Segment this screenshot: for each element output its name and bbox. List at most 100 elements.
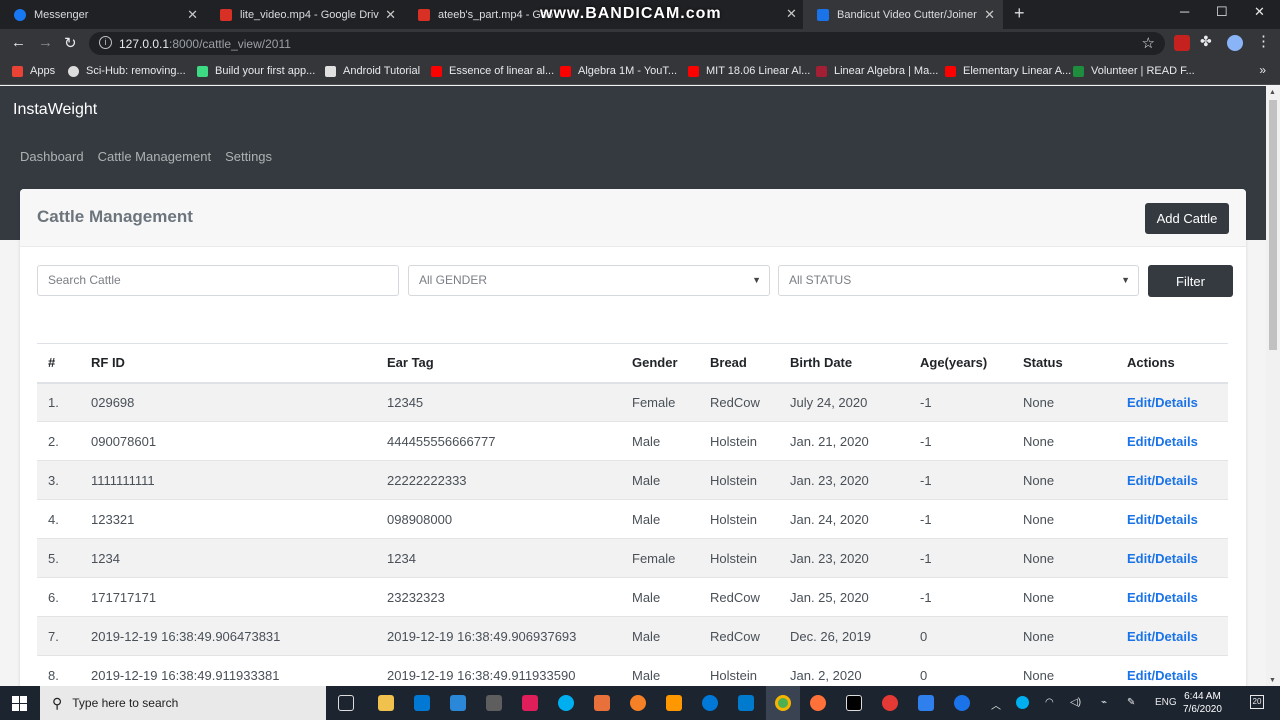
close-icon[interactable]: ✕ (786, 6, 797, 22)
taskbar-search[interactable]: ⚲ Type here to search (40, 686, 326, 720)
page-scrollbar[interactable]: ▲ ▼ (1266, 86, 1280, 686)
edit-details-link[interactable]: Edit/Details (1116, 382, 1228, 422)
new-tab-icon[interactable]: + (1014, 3, 1025, 24)
skype-icon[interactable] (558, 695, 574, 711)
wifi-icon[interactable]: ◠ (1045, 697, 1054, 708)
edit-details-link[interactable]: Edit/Details (1116, 616, 1228, 656)
table-row: 7. 2019-12-19 16:38:49.906473831 2019-12-1… (37, 616, 1228, 656)
edge-icon[interactable] (702, 695, 718, 711)
edit-details-link[interactable]: Edit/Details (1116, 460, 1228, 500)
file-explorer-icon[interactable] (378, 695, 394, 711)
bookmark-linear-algebra[interactable]: Linear Algebra | Ma... (816, 65, 938, 77)
profile-avatar-icon[interactable] (1227, 35, 1243, 51)
network-icon[interactable]: ⌁ (1101, 697, 1107, 708)
window-close-icon[interactable]: ✕ (1254, 4, 1265, 20)
cell-birth-date: Jan. 23, 2020 (779, 460, 909, 500)
tutorial-icon (325, 65, 336, 77)
bookmark-mit-1806[interactable]: MIT 18.06 Linear Al... (688, 65, 810, 77)
filter-button[interactable]: Filter (1148, 265, 1233, 297)
pdf-extension-icon[interactable] (1174, 35, 1190, 51)
search-icon: ⚲ (52, 694, 63, 711)
store-icon[interactable] (414, 695, 430, 711)
edit-details-link[interactable]: Edit/Details (1116, 655, 1228, 686)
url-text[interactable]: 127.0.0.1:8000/cattle_view/2011 (119, 37, 291, 51)
task-view-icon[interactable] (338, 695, 354, 711)
page-title: Cattle Management (37, 207, 193, 226)
reload-icon[interactable]: ↻ (64, 34, 77, 52)
cell-ear-tag: 444455556666777 (376, 421, 621, 461)
messenger-icon (14, 8, 26, 21)
bandicut-icon (817, 8, 829, 21)
menu-kebab-icon[interactable]: ⋮ (1256, 32, 1271, 50)
nav-settings[interactable]: Settings (225, 149, 272, 164)
firefox-icon[interactable] (810, 695, 826, 711)
cell-rf-id: 2019-12-19 16:38:49.906473831 (80, 616, 376, 656)
gender-select[interactable]: All GENDER ▼ (408, 265, 770, 296)
cell-rf-id: 029698 (80, 382, 376, 422)
status-select[interactable]: All STATUS ▼ (778, 265, 1139, 296)
bookmark-essence-linear[interactable]: Essence of linear al... (431, 65, 554, 77)
bookmarks-overflow-icon[interactable]: » (1259, 63, 1266, 77)
bookmark-build-app[interactable]: Build your first app... (197, 65, 315, 77)
xampp-icon[interactable] (594, 695, 610, 711)
bookmark-android-tutorial[interactable]: Android Tutorial (325, 65, 420, 77)
close-icon[interactable]: ✕ (385, 7, 396, 23)
scroll-up-icon[interactable]: ▲ (1269, 89, 1276, 96)
app-icon[interactable] (486, 695, 502, 711)
bookmark-algebra[interactable]: Algebra 1M - YouT... (560, 65, 677, 77)
edit-details-link[interactable]: Edit/Details (1116, 421, 1228, 461)
system-clock[interactable]: 6:44 AM 7/6/2020 (1183, 690, 1222, 716)
language-indicator[interactable]: ENG (1155, 697, 1177, 708)
nav-cattle-management[interactable]: Cattle Management (98, 149, 211, 164)
extensions-puzzle-icon[interactable]: ✤ (1200, 33, 1216, 49)
address-bar[interactable]: i 127.0.0.1:8000/cattle_view/2011 ☆ (89, 32, 1165, 55)
edit-details-link[interactable]: Edit/Details (1116, 577, 1228, 617)
photos-icon[interactable] (918, 695, 934, 711)
windows-start-icon[interactable] (12, 696, 27, 711)
edit-details-link[interactable]: Edit/Details (1116, 499, 1228, 539)
search-input[interactable]: Search Cattle (37, 265, 399, 296)
bookmark-apps[interactable]: Apps (12, 65, 55, 77)
bandicut-taskbar-icon[interactable] (954, 695, 970, 711)
add-cattle-button[interactable]: Add Cattle (1145, 203, 1229, 234)
chrome-icon[interactable] (775, 695, 791, 711)
cell-ear-tag: 2019-12-19 16:38:49.911933590 (376, 655, 621, 686)
cell-index: 7. (37, 616, 80, 656)
cell-birth-date: Dec. 26, 2019 (779, 616, 909, 656)
pen-icon[interactable]: ✎ (1127, 697, 1135, 708)
forward-icon[interactable]: → (38, 34, 53, 51)
chevron-down-icon: ▼ (752, 275, 761, 285)
tab-google-drive[interactable]: lite_video.mp4 - Google Drive ✕ (206, 0, 404, 29)
chevron-down-icon: ▼ (1121, 275, 1130, 285)
minimize-icon[interactable]: ─ (1180, 4, 1189, 19)
close-icon[interactable]: ✕ (984, 7, 995, 23)
postman-icon[interactable] (630, 695, 646, 711)
bookmark-volunteer[interactable]: Volunteer | READ F... (1073, 65, 1195, 77)
record-icon[interactable] (882, 695, 898, 711)
app-brand[interactable]: InstaWeight (13, 101, 97, 119)
bookmark-elementary-linear[interactable]: Elementary Linear A... (945, 65, 1071, 77)
volume-icon[interactable]: ◁) (1070, 697, 1081, 708)
scrollbar-thumb[interactable] (1269, 100, 1277, 350)
cell-birth-date: Jan. 25, 2020 (779, 577, 909, 617)
bookmark-star-icon[interactable]: ☆ (1142, 34, 1155, 52)
scroll-down-icon[interactable]: ▼ (1269, 677, 1276, 684)
back-icon[interactable]: ← (11, 34, 26, 51)
mail-icon[interactable] (450, 695, 466, 711)
skype-tray-icon[interactable] (1016, 696, 1029, 709)
sublime-icon[interactable] (666, 695, 682, 711)
edit-details-link[interactable]: Edit/Details (1116, 538, 1228, 578)
terminal-icon[interactable] (846, 695, 862, 711)
nav-dashboard[interactable]: Dashboard (20, 149, 84, 164)
vscode-icon[interactable] (738, 695, 754, 711)
tray-chevron-icon[interactable]: ︿ (991, 697, 1001, 712)
cell-status: None (1012, 460, 1116, 500)
tab-messenger[interactable]: Messenger ✕ (0, 0, 206, 29)
bookmark-sci-hub[interactable]: Sci-Hub: removing... (68, 65, 186, 77)
slack-icon[interactable] (522, 695, 538, 711)
tab-bandicut[interactable]: Bandicut Video Cutter/Joiner and ✕ (803, 0, 1003, 29)
maximize-icon[interactable]: ☐ (1216, 4, 1228, 20)
notification-center-icon[interactable]: 20 (1250, 695, 1264, 709)
info-icon[interactable]: i (99, 36, 112, 49)
close-icon[interactable]: ✕ (187, 7, 198, 23)
